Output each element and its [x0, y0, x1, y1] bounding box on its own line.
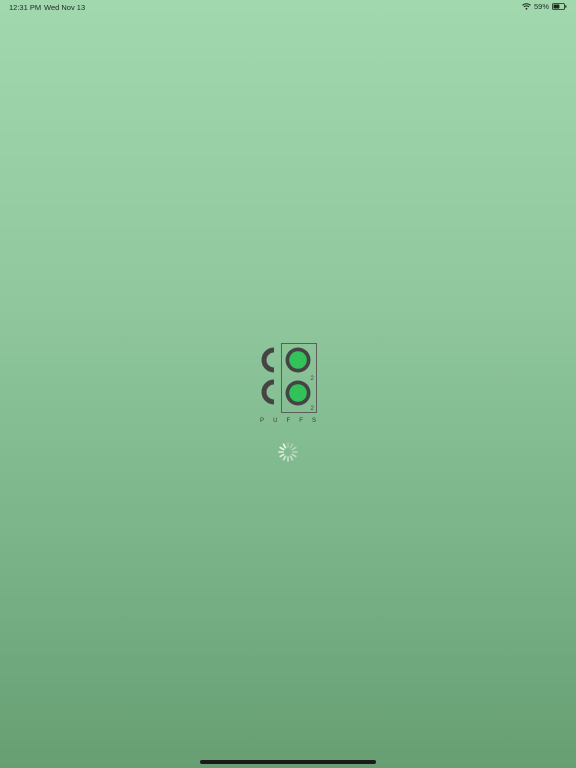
spinner-spoke [279, 446, 285, 451]
tagline-letter: S [311, 418, 316, 424]
spinner-spoke [282, 443, 287, 449]
tagline-letter: F [286, 418, 291, 424]
battery-icon [552, 3, 567, 10]
logo-letter-c-bottom [261, 379, 275, 405]
coco-puffs-logo: 2 2 [250, 340, 326, 416]
spinner-spoke [279, 453, 285, 458]
spinner-spoke [291, 453, 297, 458]
logo-subscript-bottom: 2 [311, 406, 315, 412]
status-time: 12:31 PM [9, 3, 42, 12]
spinner-spoke [282, 455, 287, 461]
spinner-spoke [289, 443, 294, 449]
logo-o-bottom-fill [289, 384, 307, 402]
tagline-letter: U [273, 418, 278, 424]
activity-spinner-icon [277, 441, 299, 463]
spinner-spoke [289, 455, 294, 461]
status-date: Wed Nov 13 [44, 3, 86, 12]
spinner-spoke [291, 446, 297, 451]
status-bar: 12:31 PM Wed Nov 13 59% [0, 0, 576, 14]
logo-o-top-fill [289, 351, 307, 369]
battery-percent: 59% [533, 2, 549, 11]
tagline-letter: F [299, 418, 303, 424]
logo-letter-c-top [261, 347, 275, 373]
logo-tagline: P U F F S [260, 418, 316, 424]
status-indicators: 59% [522, 2, 567, 11]
home-indicator[interactable] [200, 760, 376, 764]
wifi-icon [522, 3, 531, 10]
logo-subscript-top: 2 [311, 376, 315, 382]
tagline-letter: P [260, 418, 265, 424]
